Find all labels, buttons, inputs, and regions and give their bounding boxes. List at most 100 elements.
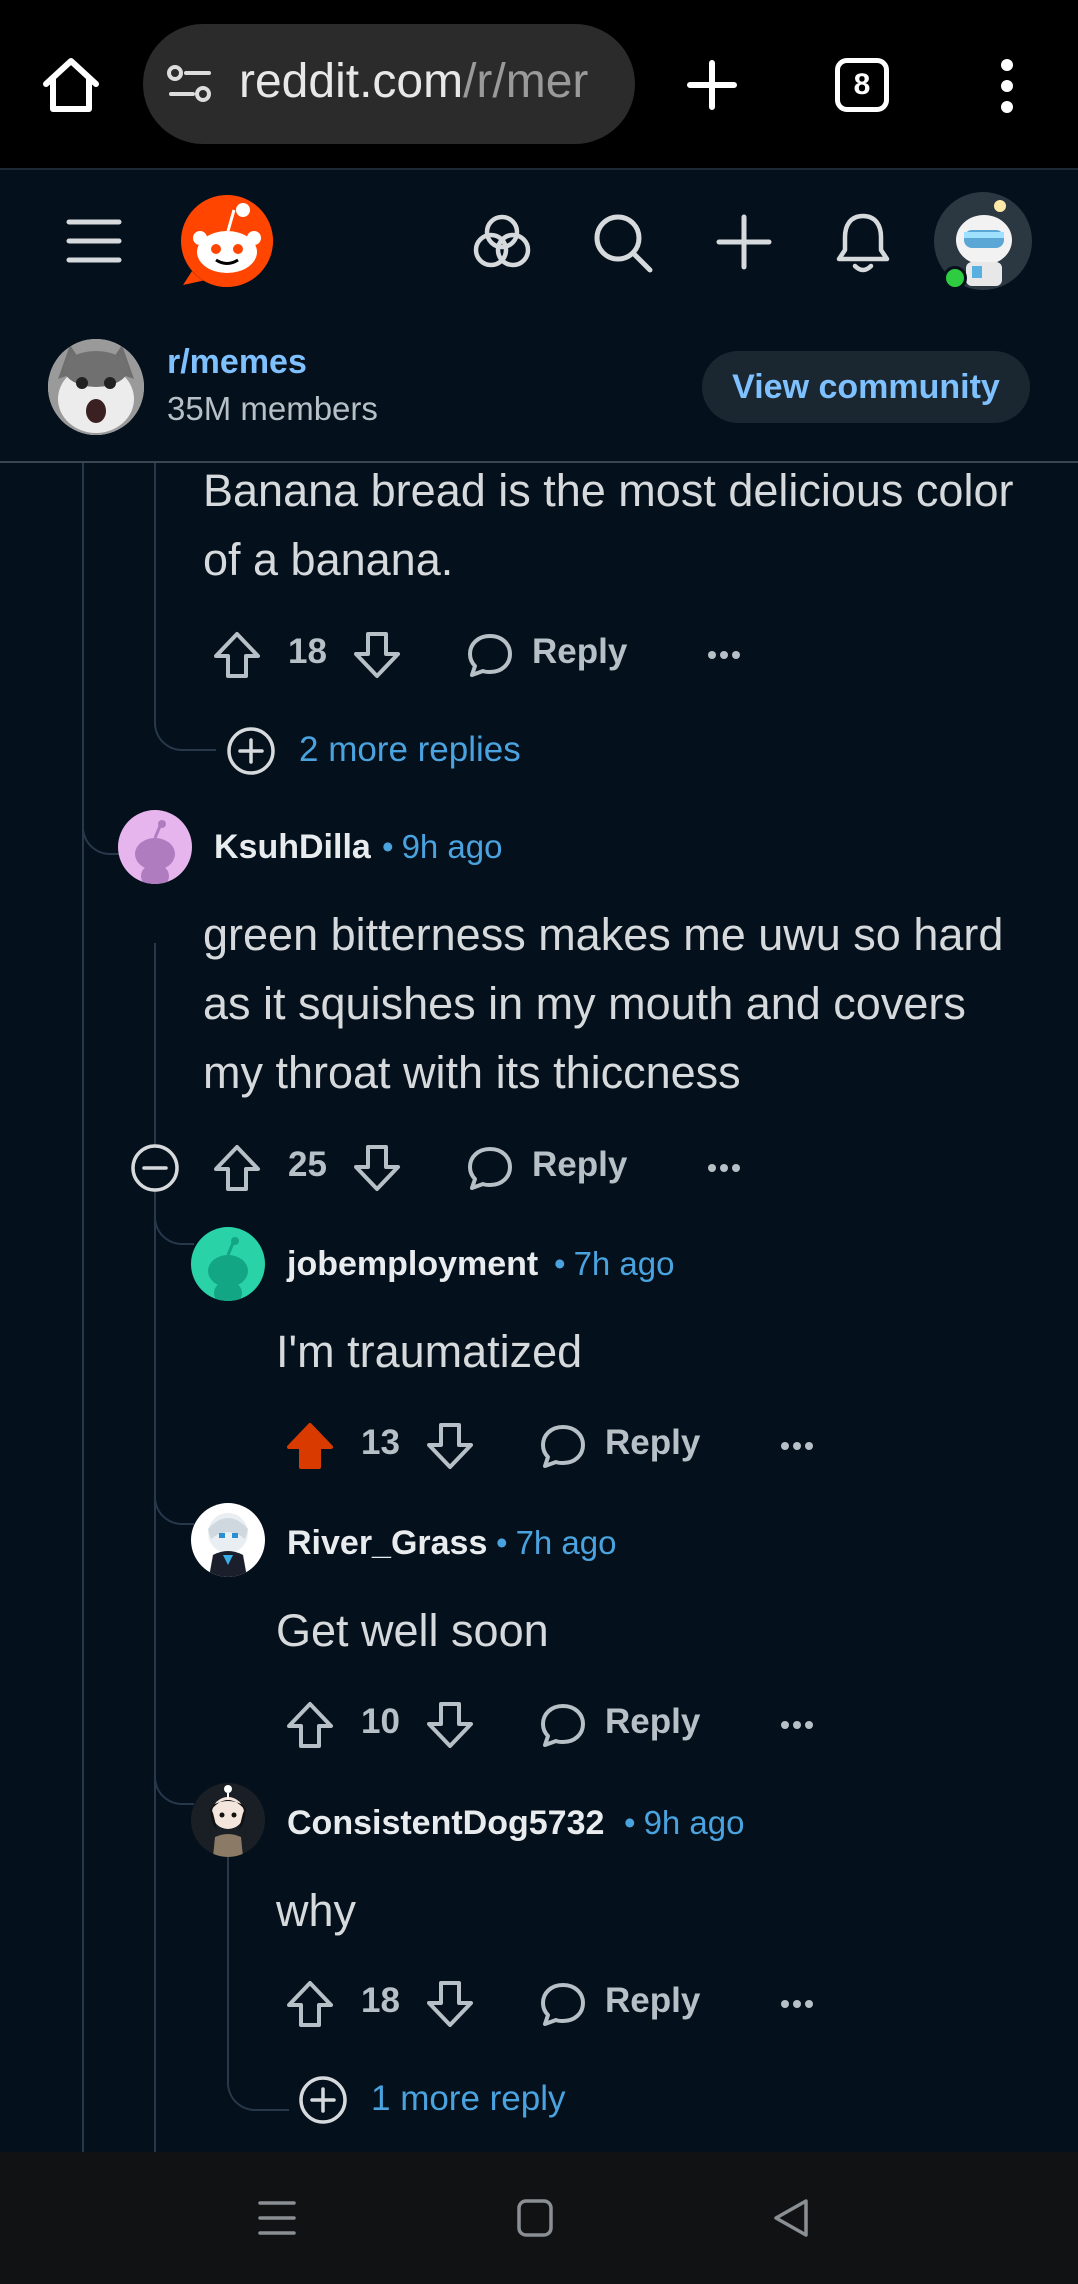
search-icon[interactable] [592, 212, 654, 274]
vote-score: 18 [288, 632, 327, 671]
comment-time: 9h ago [643, 1804, 745, 1841]
community-member-count: 35M members [167, 390, 378, 427]
reply-button[interactable]: Reply [605, 1702, 700, 1742]
upvote-active-icon[interactable] [285, 1421, 335, 1471]
community-bar: r/memes 35M members View community [0, 315, 1078, 463]
recent-apps-icon[interactable] [258, 2200, 296, 2236]
commenter-avatar[interactable] [191, 1227, 265, 1301]
hamburger-menu-icon[interactable] [66, 218, 122, 264]
downvote-icon[interactable] [425, 1700, 475, 1750]
commenter-avatar[interactable] [191, 1503, 265, 1577]
comment-timestamp: • 9h ago [382, 828, 503, 865]
upvote-icon[interactable] [212, 630, 262, 680]
snoo-avatar-image [135, 820, 175, 884]
new-tab-icon[interactable] [686, 59, 738, 111]
downvote-icon[interactable] [352, 630, 402, 680]
reddit-header [0, 168, 1078, 317]
create-post-icon[interactable] [716, 214, 772, 270]
comment-actions: 10 Reply [285, 1690, 825, 1760]
thread-curve-c4-replies [227, 1823, 289, 2111]
reply-button[interactable]: Reply [532, 1145, 627, 1185]
expand-plus-icon[interactable] [226, 726, 276, 776]
comment-body: why [276, 1885, 357, 1936]
thread-curve-c3 [154, 1483, 194, 1525]
upvote-icon[interactable] [285, 1979, 335, 2029]
community-avatar-image [48, 339, 144, 435]
browser-menu-icon[interactable] [994, 58, 1020, 114]
snoo-avatar-image [208, 1237, 248, 1301]
more-replies-link[interactable]: 2 more replies [299, 730, 521, 770]
more-replies-link[interactable]: 1 more reply [371, 2079, 566, 2119]
comment-body: I'm traumatized [276, 1326, 583, 1377]
reply-bubble-icon[interactable] [539, 1702, 587, 1748]
popular-icon[interactable] [472, 212, 532, 272]
comment-time: 9h ago [401, 828, 503, 865]
reply-bubble-icon[interactable] [466, 1145, 514, 1191]
comment-time: 7h ago [515, 1524, 617, 1561]
comment-body: Get well soon [276, 1605, 549, 1656]
vote-score: 25 [288, 1145, 327, 1184]
community-avatar[interactable] [48, 339, 144, 435]
commenter-avatar[interactable] [191, 1783, 265, 1857]
custom-avatar-image [208, 1513, 248, 1577]
vote-score: 13 [361, 1423, 400, 1462]
notifications-bell-icon[interactable] [834, 210, 892, 276]
collapse-minus-icon[interactable] [130, 1143, 180, 1193]
url-text: reddit.com/r/mer [239, 54, 588, 109]
downvote-icon[interactable] [425, 1421, 475, 1471]
comment-body: green bitterness makes me uwu so hard as… [203, 909, 1004, 1098]
site-settings-icon[interactable] [167, 64, 213, 104]
comment-username[interactable]: KsuhDilla [214, 828, 371, 867]
community-name[interactable]: r/memes [167, 343, 307, 382]
upvote-icon[interactable] [212, 1143, 262, 1193]
comment-actions: 25 Reply [212, 1133, 752, 1203]
downvote-icon[interactable] [352, 1143, 402, 1193]
custom-avatar-image [210, 1785, 246, 1857]
thread-line-level-1[interactable] [82, 463, 84, 2152]
home-icon[interactable] [40, 56, 102, 114]
expand-plus-icon[interactable] [298, 2075, 348, 2125]
reddit-logo-icon[interactable] [178, 192, 276, 290]
thread-curve-c2 [154, 1203, 194, 1245]
home-button-icon[interactable] [516, 2198, 554, 2238]
address-bar[interactable]: reddit.com/r/mer [143, 24, 635, 144]
reply-bubble-icon[interactable] [539, 1423, 587, 1469]
thread-curve-c4 [154, 1763, 194, 1805]
url-domain: reddit.com [239, 55, 464, 108]
comment-timestamp: • 9h ago [624, 1804, 745, 1841]
reply-button[interactable]: Reply [605, 1423, 700, 1463]
url-path: /r/mer [463, 55, 589, 108]
more-options-icon[interactable] [781, 1999, 813, 2009]
more-options-icon[interactable] [781, 1720, 813, 1730]
thread-line-c1[interactable] [154, 943, 156, 2152]
reply-bubble-icon[interactable] [539, 1981, 587, 2027]
comment-actions: 13 Reply [285, 1411, 825, 1481]
more-options-icon[interactable] [708, 1163, 740, 1173]
back-icon[interactable] [772, 2198, 810, 2238]
downvote-icon[interactable] [425, 1979, 475, 2029]
comment-actions: 18 Reply [212, 620, 752, 690]
browser-toolbar: reddit.com/r/mer 8 [0, 0, 1078, 168]
commenter-avatar[interactable] [118, 810, 192, 884]
reply-bubble-icon[interactable] [466, 632, 514, 678]
reply-button[interactable]: Reply [532, 632, 627, 672]
vote-score: 18 [361, 1981, 400, 2020]
comment-time: 7h ago [573, 1245, 675, 1282]
online-status-dot [943, 266, 967, 290]
comment-actions: 18 Reply [285, 1969, 825, 2039]
system-navigation-bar [0, 2152, 1078, 2284]
upvote-icon[interactable] [285, 1700, 335, 1750]
tab-switcher-button[interactable]: 8 [835, 58, 889, 112]
comment-username[interactable]: ConsistentDog5732 [287, 1804, 604, 1843]
comment-username[interactable]: jobemployment [287, 1245, 538, 1284]
vote-score: 10 [361, 1702, 400, 1741]
comment-username[interactable]: River_Grass [287, 1524, 487, 1563]
more-options-icon[interactable] [708, 650, 740, 660]
comment-timestamp: • 7h ago [496, 1524, 617, 1561]
comment-timestamp: • 7h ago [554, 1245, 675, 1282]
comment-body: Banana bread is the most delicious color… [203, 465, 1014, 585]
thread-curve-c1 [82, 803, 122, 855]
reply-button[interactable]: Reply [605, 1981, 700, 2021]
view-community-button[interactable]: View community [702, 351, 1030, 423]
more-options-icon[interactable] [781, 1441, 813, 1451]
